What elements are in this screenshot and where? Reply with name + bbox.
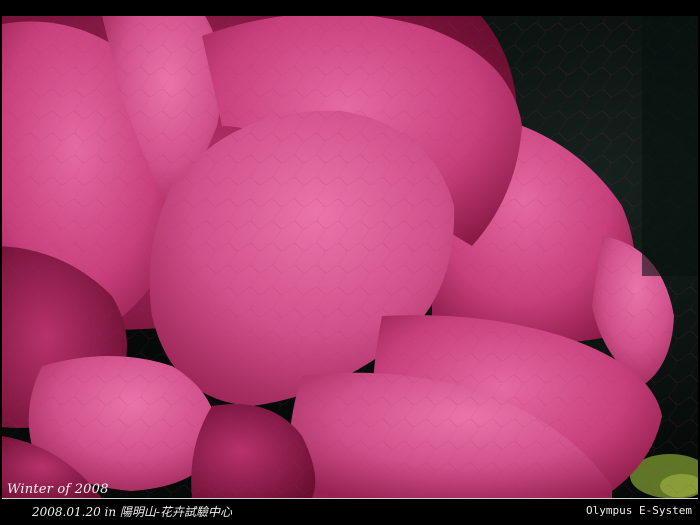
caption-season: Winter of 2008 [7, 482, 109, 497]
caption-camera: Olympus E-System [586, 504, 692, 517]
photo-frame: Winter of 2008 2008.01.20 in 陽明山-花卉試驗中心 … [0, 0, 700, 525]
caption-date-location: 2008.01.20 in 陽明山-花卉試驗中心 [32, 505, 232, 519]
caption-divider [2, 498, 698, 499]
flower-photo [2, 16, 698, 498]
